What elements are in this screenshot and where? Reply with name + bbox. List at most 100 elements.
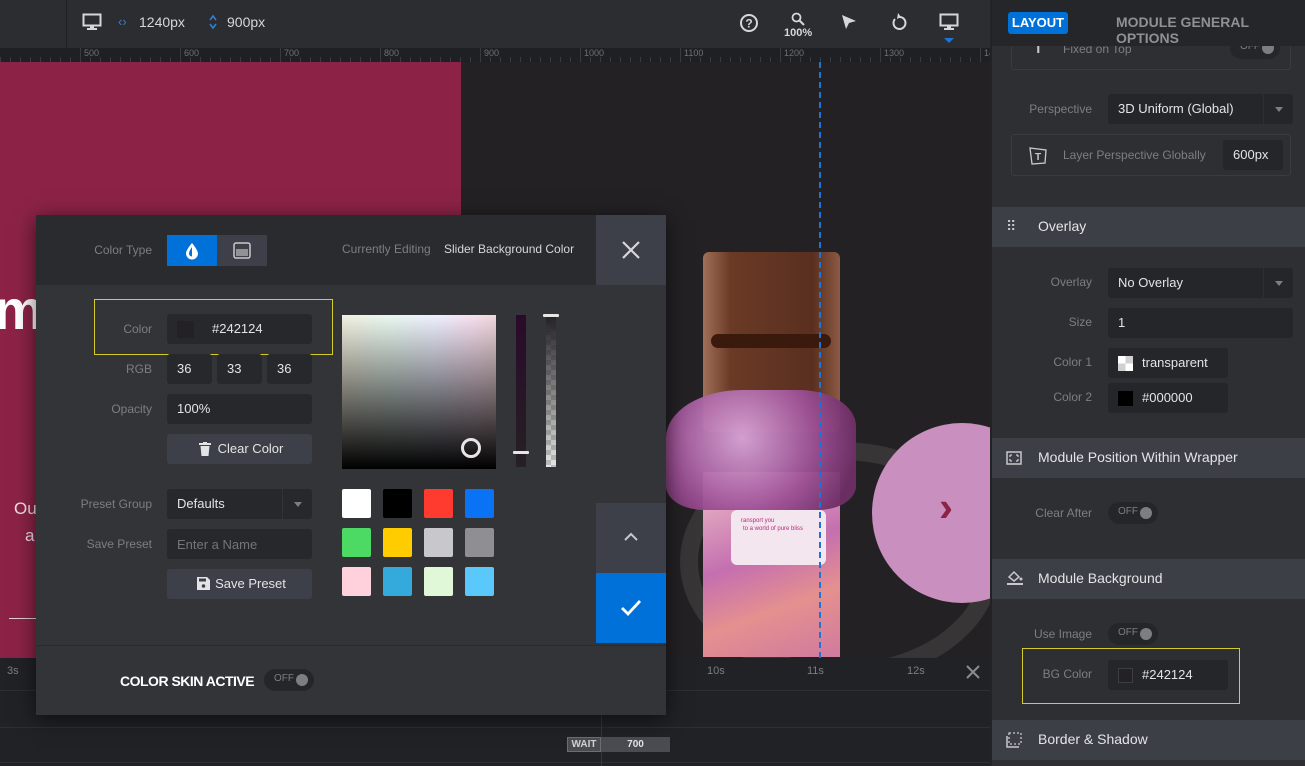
size-input[interactable]: 1: [1108, 308, 1293, 338]
border-frame-icon: [1006, 732, 1022, 748]
preset-swatch[interactable]: [342, 528, 371, 557]
ruler-label: 1300: [884, 48, 905, 58]
vertical-guide-line[interactable]: [819, 62, 821, 658]
section-border-shadow[interactable]: Border & Shadow: [992, 720, 1305, 760]
preset-swatch[interactable]: [383, 489, 412, 518]
ruler-label: 700: [284, 48, 300, 58]
help-icon[interactable]: ?: [739, 13, 759, 33]
preset-swatch[interactable]: [424, 567, 453, 596]
preset-swatch[interactable]: [465, 489, 494, 518]
chocolate-groove: [711, 334, 831, 348]
timeline-divider: [0, 727, 990, 728]
layer-perspective-input[interactable]: 600px: [1223, 140, 1283, 170]
chevron-right-icon: ›: [939, 483, 953, 530]
section-overlay[interactable]: ⠿ Overlay: [992, 207, 1305, 247]
close-picker-button[interactable]: [596, 215, 666, 285]
opacity-slider-handle[interactable]: [543, 314, 559, 317]
ruler-label: 800: [384, 48, 400, 58]
trash-icon: [199, 442, 211, 456]
picker-handle[interactable]: [461, 438, 481, 458]
zoom-level[interactable]: 100%: [784, 27, 812, 39]
bg-color-picker[interactable]: #242124: [1108, 660, 1228, 690]
ruler-major-tick: [380, 48, 381, 62]
tab-layout[interactable]: LAYOUT: [1008, 12, 1068, 34]
preset-name-input[interactable]: [167, 529, 312, 559]
slide-text-partial-1[interactable]: Ou: [14, 499, 37, 519]
color-skin-toggle[interactable]: OFF: [264, 669, 314, 691]
zoom-icon[interactable]: [791, 12, 805, 26]
preset-swatch[interactable]: [383, 528, 412, 557]
perspective-select[interactable]: 3D Uniform (Global): [1108, 94, 1293, 124]
color1-label: Color 1: [1053, 355, 1092, 369]
droplet-icon: [186, 243, 198, 260]
opacity-slider[interactable]: [543, 314, 559, 467]
height-arrows-icon: [209, 14, 217, 30]
preset-group-select[interactable]: Defaults: [167, 489, 312, 519]
ruler-label: 600: [184, 48, 200, 58]
width-arrows-icon: ‹›: [118, 14, 127, 29]
layer-perspective-row: T Layer Perspective Globally 600px: [1011, 134, 1291, 176]
clear-color-button[interactable]: Clear Color: [167, 434, 312, 464]
hex-color-input[interactable]: #242124: [167, 314, 312, 344]
save-preset-button[interactable]: Save Preset: [167, 569, 312, 599]
monitor-icon[interactable]: [82, 13, 102, 31]
gradient-icon: [233, 242, 251, 259]
color-type-gradient-button[interactable]: [217, 235, 267, 266]
preset-swatch[interactable]: [424, 528, 453, 557]
ruler-label: 900: [484, 48, 500, 58]
preset-swatch[interactable]: [424, 489, 453, 518]
checkmark-icon: [621, 600, 642, 617]
ruler-major-tick: [80, 48, 81, 62]
canvas-width-value[interactable]: 1240px: [139, 14, 185, 30]
rgb-green-input[interactable]: 33: [217, 354, 262, 384]
wait-value[interactable]: 700: [601, 737, 670, 752]
preset-swatch[interactable]: [342, 567, 371, 596]
canvas-height-value[interactable]: 900px: [227, 14, 265, 30]
clear-after-toggle[interactable]: OFF: [1108, 502, 1158, 524]
cursor-icon[interactable]: [840, 13, 858, 31]
use-image-toggle[interactable]: OFF: [1108, 623, 1158, 645]
collapse-button[interactable]: [596, 503, 666, 573]
color-picker-dialog: Color Type Currently Editing Slider Back…: [36, 215, 666, 715]
hue-slider-handle[interactable]: [513, 451, 529, 454]
rgb-blue-input[interactable]: 36: [267, 354, 312, 384]
floppy-disk-icon: [197, 577, 210, 590]
horizontal-ruler: 500600700800900100011001200130014: [0, 48, 990, 62]
perspective-t-icon: T: [1029, 147, 1047, 165]
paint-bucket-icon: [1007, 570, 1023, 585]
apply-color-button[interactable]: [596, 573, 666, 643]
black-swatch-icon: [1118, 391, 1133, 406]
close-icon: [622, 241, 640, 259]
svg-text:T: T: [1035, 152, 1041, 163]
color1-picker[interactable]: transparent: [1108, 348, 1228, 378]
overlay-select[interactable]: No Overlay: [1108, 268, 1293, 298]
color2-picker[interactable]: #000000: [1108, 383, 1228, 413]
settings-sidebar: T Fixed on Top OFF LAYOUT MODULE GENERAL…: [990, 0, 1305, 766]
preset-swatch[interactable]: [465, 528, 494, 557]
rgb-red-input[interactable]: 36: [167, 354, 212, 384]
hue-slider[interactable]: [513, 315, 529, 467]
undo-icon[interactable]: [890, 12, 908, 32]
preset-swatch[interactable]: [342, 489, 371, 518]
preset-swatch[interactable]: [465, 567, 494, 596]
section-module-background[interactable]: Module Background: [992, 559, 1305, 599]
ruler-major-tick: [680, 48, 681, 62]
bg-color-swatch-icon: [1118, 668, 1133, 683]
preset-group-label: Preset Group: [80, 497, 152, 511]
desktop-view-icon[interactable]: [939, 13, 959, 31]
size-label: Size: [1068, 315, 1092, 329]
ruler-label: 500: [84, 48, 100, 58]
save-preset-label: Save Preset: [86, 537, 152, 551]
opacity-input[interactable]: 100%: [167, 394, 312, 424]
sidebar-title: MODULE GENERAL OPTIONS: [1116, 14, 1249, 46]
preset-swatch[interactable]: [383, 567, 412, 596]
wait-badge: WAIT: [567, 737, 601, 752]
ruler-major-tick: [780, 48, 781, 62]
close-timeline-icon[interactable]: [966, 665, 980, 679]
timeline-divider: [0, 762, 990, 763]
section-module-position[interactable]: Module Position Within Wrapper: [992, 438, 1305, 478]
color-type-solid-button[interactable]: [167, 235, 217, 266]
slide-text-partial-2[interactable]: a: [25, 526, 34, 546]
saturation-value-area[interactable]: [342, 315, 496, 469]
overlay-label: Overlay: [1050, 275, 1092, 289]
